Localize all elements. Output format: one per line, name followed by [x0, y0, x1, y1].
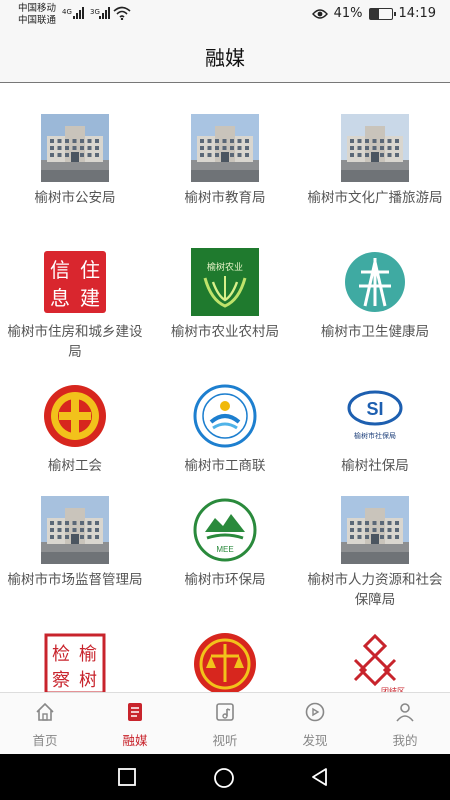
government-building-photo — [341, 496, 409, 564]
back-button[interactable] — [310, 767, 330, 787]
svg-text:息: 息 — [50, 286, 70, 310]
user-icon — [394, 701, 416, 727]
government-building-photo — [41, 114, 109, 182]
agency-label: 榆树市人力资源和社会保障局 — [307, 572, 443, 608]
government-building-photo — [41, 496, 109, 564]
home-button[interactable] — [213, 767, 235, 789]
agency-item[interactable]: 榆树市教育局 — [150, 114, 300, 244]
svg-text:SI: SI — [366, 399, 383, 419]
tab-label: 首页 — [32, 733, 58, 748]
agency-item[interactable]: 榆树市人力资源和社会保障局 — [300, 496, 450, 626]
tab-discover[interactable]: 发现 — [270, 693, 360, 754]
svg-text:榆树市社保局: 榆树市社保局 — [354, 431, 396, 440]
recent-apps-button[interactable] — [117, 767, 137, 787]
tab-label: 我的 — [392, 733, 418, 748]
page-header: 融媒 — [0, 30, 450, 83]
agency-item[interactable]: 榆树市卫生健康局 — [300, 248, 450, 378]
agency-label: 榆树市卫生健康局 — [321, 324, 429, 340]
agency-label: 榆树市工商联 — [184, 458, 266, 474]
battery-icon — [368, 7, 396, 20]
svg-text:榆: 榆 — [79, 644, 97, 665]
tab-document[interactable]: 融媒 — [90, 693, 180, 754]
media-icon — [214, 701, 236, 727]
tab-home[interactable]: 首页 — [0, 693, 90, 754]
social-security-logo: SI 榆树市社保局 — [341, 382, 409, 450]
agency-item[interactable]: 榆树农业 榆树市农业农村局 — [150, 248, 300, 378]
agency-item[interactable]: 团结区 — [300, 630, 450, 692]
agency-item[interactable]: 信 住 息 建 榆树市住房和城乡建设局 — [0, 248, 150, 378]
svg-text:住: 住 — [80, 258, 100, 282]
agency-item[interactable]: SI 榆树市社保局 榆树社保局 — [300, 382, 450, 512]
agency-label: 榆树工会 — [48, 458, 102, 474]
agriculture-logo: 榆树农业 — [191, 248, 259, 316]
battery-fill — [369, 8, 379, 19]
svg-text:检: 检 — [52, 644, 70, 665]
wifi-icon — [113, 6, 131, 20]
agency-label: 榆树市教育局 — [184, 190, 266, 206]
tab-label: 发现 — [302, 733, 328, 748]
court-emblem-logo — [191, 630, 259, 692]
agency-item[interactable] — [150, 630, 300, 692]
agency-label: 榆树市文化广播旅游局 — [307, 190, 443, 206]
environment-logo: MEE — [191, 496, 259, 564]
clock: 14:19 — [398, 6, 436, 21]
tab-user[interactable]: 我的 — [360, 693, 450, 754]
procuratorate-seal-logo: 榆 检 树 察 — [41, 630, 109, 692]
carrier-1: 中国移动 — [18, 3, 57, 14]
agency-item[interactable]: 榆树市公安局 — [0, 114, 150, 244]
carrier-2: 中国联通 — [18, 15, 57, 26]
government-building-photo — [341, 114, 409, 182]
federation-logo — [191, 382, 259, 450]
housing-seal-logo: 信 住 息 建 — [41, 248, 109, 316]
agency-item[interactable]: MEE 榆树市环保局 — [150, 496, 300, 626]
battery-percent: 41% — [333, 6, 363, 21]
svg-text:建: 建 — [80, 286, 100, 310]
network-type-2: 3G — [90, 8, 100, 16]
agency-label: 榆树市公安局 — [34, 190, 116, 206]
home-icon — [34, 701, 56, 727]
svg-text:榆树农业: 榆树农业 — [207, 261, 243, 273]
trade-union-logo — [41, 382, 109, 450]
svg-text:信: 信 — [50, 258, 70, 282]
agency-item[interactable]: 榆树市文化广播旅游局 — [300, 114, 450, 244]
agency-label: 榆树市环保局 — [184, 572, 266, 588]
signal-icon-2: 3G — [90, 7, 110, 19]
svg-text:察: 察 — [52, 670, 70, 691]
agency-grid: 榆树市公安局 榆树市教育局 榆树市文化广播旅游局 信 住 息 建 榆树市住房和城… — [0, 84, 450, 692]
agency-label: 榆树市市场监督管理局 — [7, 572, 143, 588]
signal-icon: 4G — [62, 7, 84, 19]
system-nav-bar — [0, 754, 450, 800]
agency-label: 榆树市住房和城乡建设局 — [7, 324, 143, 360]
bottom-tab-bar: 首页 融媒 视听 发现 我的 — [0, 692, 450, 754]
agency-label: 榆树社保局 — [341, 458, 409, 474]
status-right: 41% 14:19 — [311, 6, 436, 21]
tab-media[interactable]: 视听 — [180, 693, 270, 754]
svg-text:树: 树 — [79, 670, 97, 691]
agency-item[interactable]: 榆树市工商联 — [150, 382, 300, 512]
discover-icon — [304, 701, 326, 727]
network-type-1: 4G — [62, 8, 72, 16]
agency-item[interactable]: 榆 检 树 察 — [0, 630, 150, 692]
agency-item[interactable]: 榆树工会 — [0, 382, 150, 512]
page-title: 融媒 — [205, 45, 245, 70]
status-bar: 中国移动 中国联通 4G 3G 41% 14:19 — [0, 0, 450, 30]
agency-item[interactable]: 榆树市市场监督管理局 — [0, 496, 150, 626]
community-logo: 团结区 — [341, 630, 409, 692]
tab-label: 视听 — [212, 733, 238, 748]
eye-icon — [311, 8, 328, 19]
svg-text:MEE: MEE — [216, 545, 233, 554]
government-building-photo — [191, 114, 259, 182]
agency-label: 榆树市农业农村局 — [171, 324, 279, 340]
document-icon — [124, 701, 146, 727]
tab-label: 融媒 — [122, 733, 148, 748]
carrier-info: 中国移动 中国联通 — [18, 3, 56, 27]
health-logo — [341, 248, 409, 316]
